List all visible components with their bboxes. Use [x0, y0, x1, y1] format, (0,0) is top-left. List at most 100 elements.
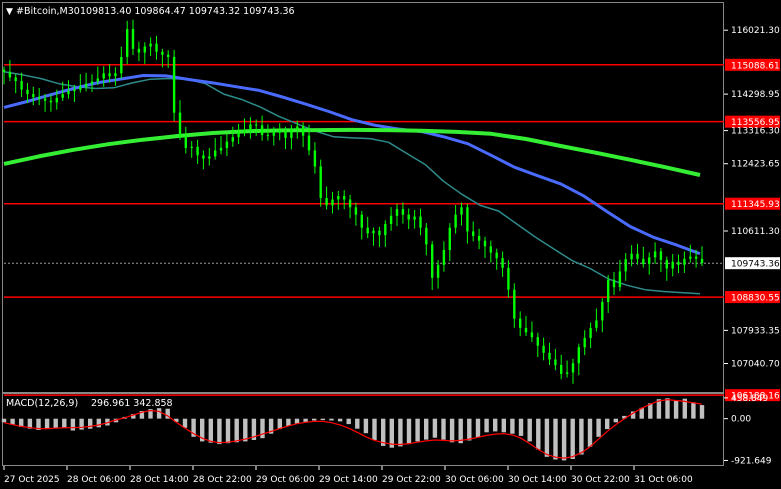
candle-body: [260, 125, 264, 135]
candle-body: [348, 199, 352, 208]
candle-body: [419, 216, 422, 228]
candle-body: [190, 146, 193, 148]
candle-body: [612, 279, 616, 288]
macd-histogram-bar: [605, 418, 610, 430]
macd-histogram-bar: [243, 418, 248, 442]
candle-body: [196, 146, 199, 156]
candle-body: [618, 271, 622, 288]
macd-histogram-bar: [467, 418, 472, 441]
time-tick-label: 31 Oct 06:00: [634, 475, 693, 485]
price-panel-frame: [2, 2, 724, 393]
candle-body: [172, 57, 176, 113]
macd-histogram-bar: [493, 418, 498, 432]
macd-histogram-bar: [570, 418, 575, 459]
candle-body: [26, 89, 29, 95]
candle-body: [284, 131, 287, 138]
candle-body: [431, 244, 434, 278]
candle-body: [589, 327, 592, 338]
candle-body: [219, 147, 223, 151]
time-axis[interactable]: 27 Oct 2025 28 Oct 06:00 28 Oct 14:00 28 Oc…: [3, 466, 693, 485]
macd-histogram-bar: [579, 418, 584, 455]
candle-body: [255, 124, 258, 126]
macd-tick-label: -921.649: [731, 456, 772, 466]
candle-body: [296, 126, 299, 129]
candle-body: [20, 81, 23, 90]
candle-body: [700, 258, 704, 263]
candle-body: [120, 57, 123, 74]
candle-body: [225, 141, 229, 148]
candle-body: [38, 97, 41, 99]
candle-body: [178, 112, 182, 137]
candle-body: [389, 215, 393, 224]
candle-body: [577, 347, 580, 364]
candle-body: [208, 156, 211, 159]
candle-body: [102, 73, 105, 79]
candle-body: [536, 337, 539, 346]
candle-body: [79, 86, 82, 90]
candle-body: [184, 136, 187, 148]
macd-label: MACD(12,26,9): [6, 398, 78, 409]
candle-body: [442, 250, 446, 265]
candle-body: [395, 209, 399, 216]
candle-body: [378, 230, 381, 236]
macd-histogram-bar: [62, 418, 67, 429]
candle-body: [401, 209, 405, 215]
candle-body: [448, 227, 451, 250]
candle-body: [272, 132, 275, 136]
price-tick-label: 110611.30: [731, 227, 780, 237]
candle-body: [560, 365, 563, 374]
macd-tick-label: 0.00: [731, 415, 751, 425]
macd-histogram-bar: [691, 402, 696, 419]
macd-histogram-bar: [88, 418, 93, 429]
macd-histogram-bar: [208, 418, 213, 443]
macd-histogram-bar: [398, 418, 403, 447]
macd-histogram-bar: [406, 418, 412, 445]
chart-canvas[interactable]: 115088.61113556.95111345.93108830.551061…: [0, 0, 781, 489]
candle-body: [413, 216, 416, 220]
candle-body: [8, 71, 12, 78]
candle-body: [530, 332, 534, 338]
macd-histogram-bar: [596, 418, 601, 437]
macd-histogram-bar: [553, 418, 558, 460]
candle-body: [524, 327, 528, 333]
ma-line-2: [3, 74, 701, 256]
candle-body: [354, 207, 358, 215]
price-tick-label: 107933.35: [731, 326, 780, 336]
candle-body: [677, 261, 680, 265]
candle-body: [73, 89, 76, 92]
time-tick-label: 29 Oct 14:00: [319, 475, 378, 485]
candle-body: [642, 258, 645, 265]
candle-body: [554, 359, 557, 366]
candle-body: [96, 78, 99, 82]
candle-body: [683, 258, 686, 265]
macd-histogram-bar: [44, 418, 50, 430]
time-tick-label: 29 Oct 06:00: [256, 475, 315, 485]
time-tick-label: 28 Oct 14:00: [130, 475, 189, 485]
macd-histogram-bar: [70, 418, 76, 431]
macd-histogram-bar: [303, 418, 308, 422]
macd-histogram-bar: [561, 418, 567, 461]
level-price-label: 115088.61: [731, 61, 780, 71]
candle-body: [665, 260, 668, 269]
macd-histogram-bar: [665, 398, 670, 419]
level-price-label: 108830.55: [731, 294, 780, 304]
macd-histogram-bar: [518, 418, 524, 436]
candle-body: [343, 196, 346, 200]
macd-histogram-bar: [673, 400, 679, 419]
candle-body: [161, 51, 164, 55]
candle-body: [653, 251, 657, 258]
macd-histogram-bar: [441, 418, 446, 440]
candle-body: [483, 240, 487, 247]
candle-body: [360, 214, 363, 228]
candle-body: [607, 279, 610, 302]
candle-body: [407, 214, 410, 220]
candle-body: [372, 230, 375, 234]
macd-histogram-bar: [458, 418, 463, 444]
candle-body: [495, 252, 498, 259]
symbol-label: #Bitcoin,M30: [16, 6, 80, 17]
candle-body: [548, 352, 551, 360]
horizontal-levels[interactable]: 115088.61113556.95111345.93108830.551061…: [4, 58, 780, 402]
candle-body: [489, 246, 492, 253]
macd-histogram-bar: [355, 418, 360, 429]
candle-body: [167, 54, 170, 57]
